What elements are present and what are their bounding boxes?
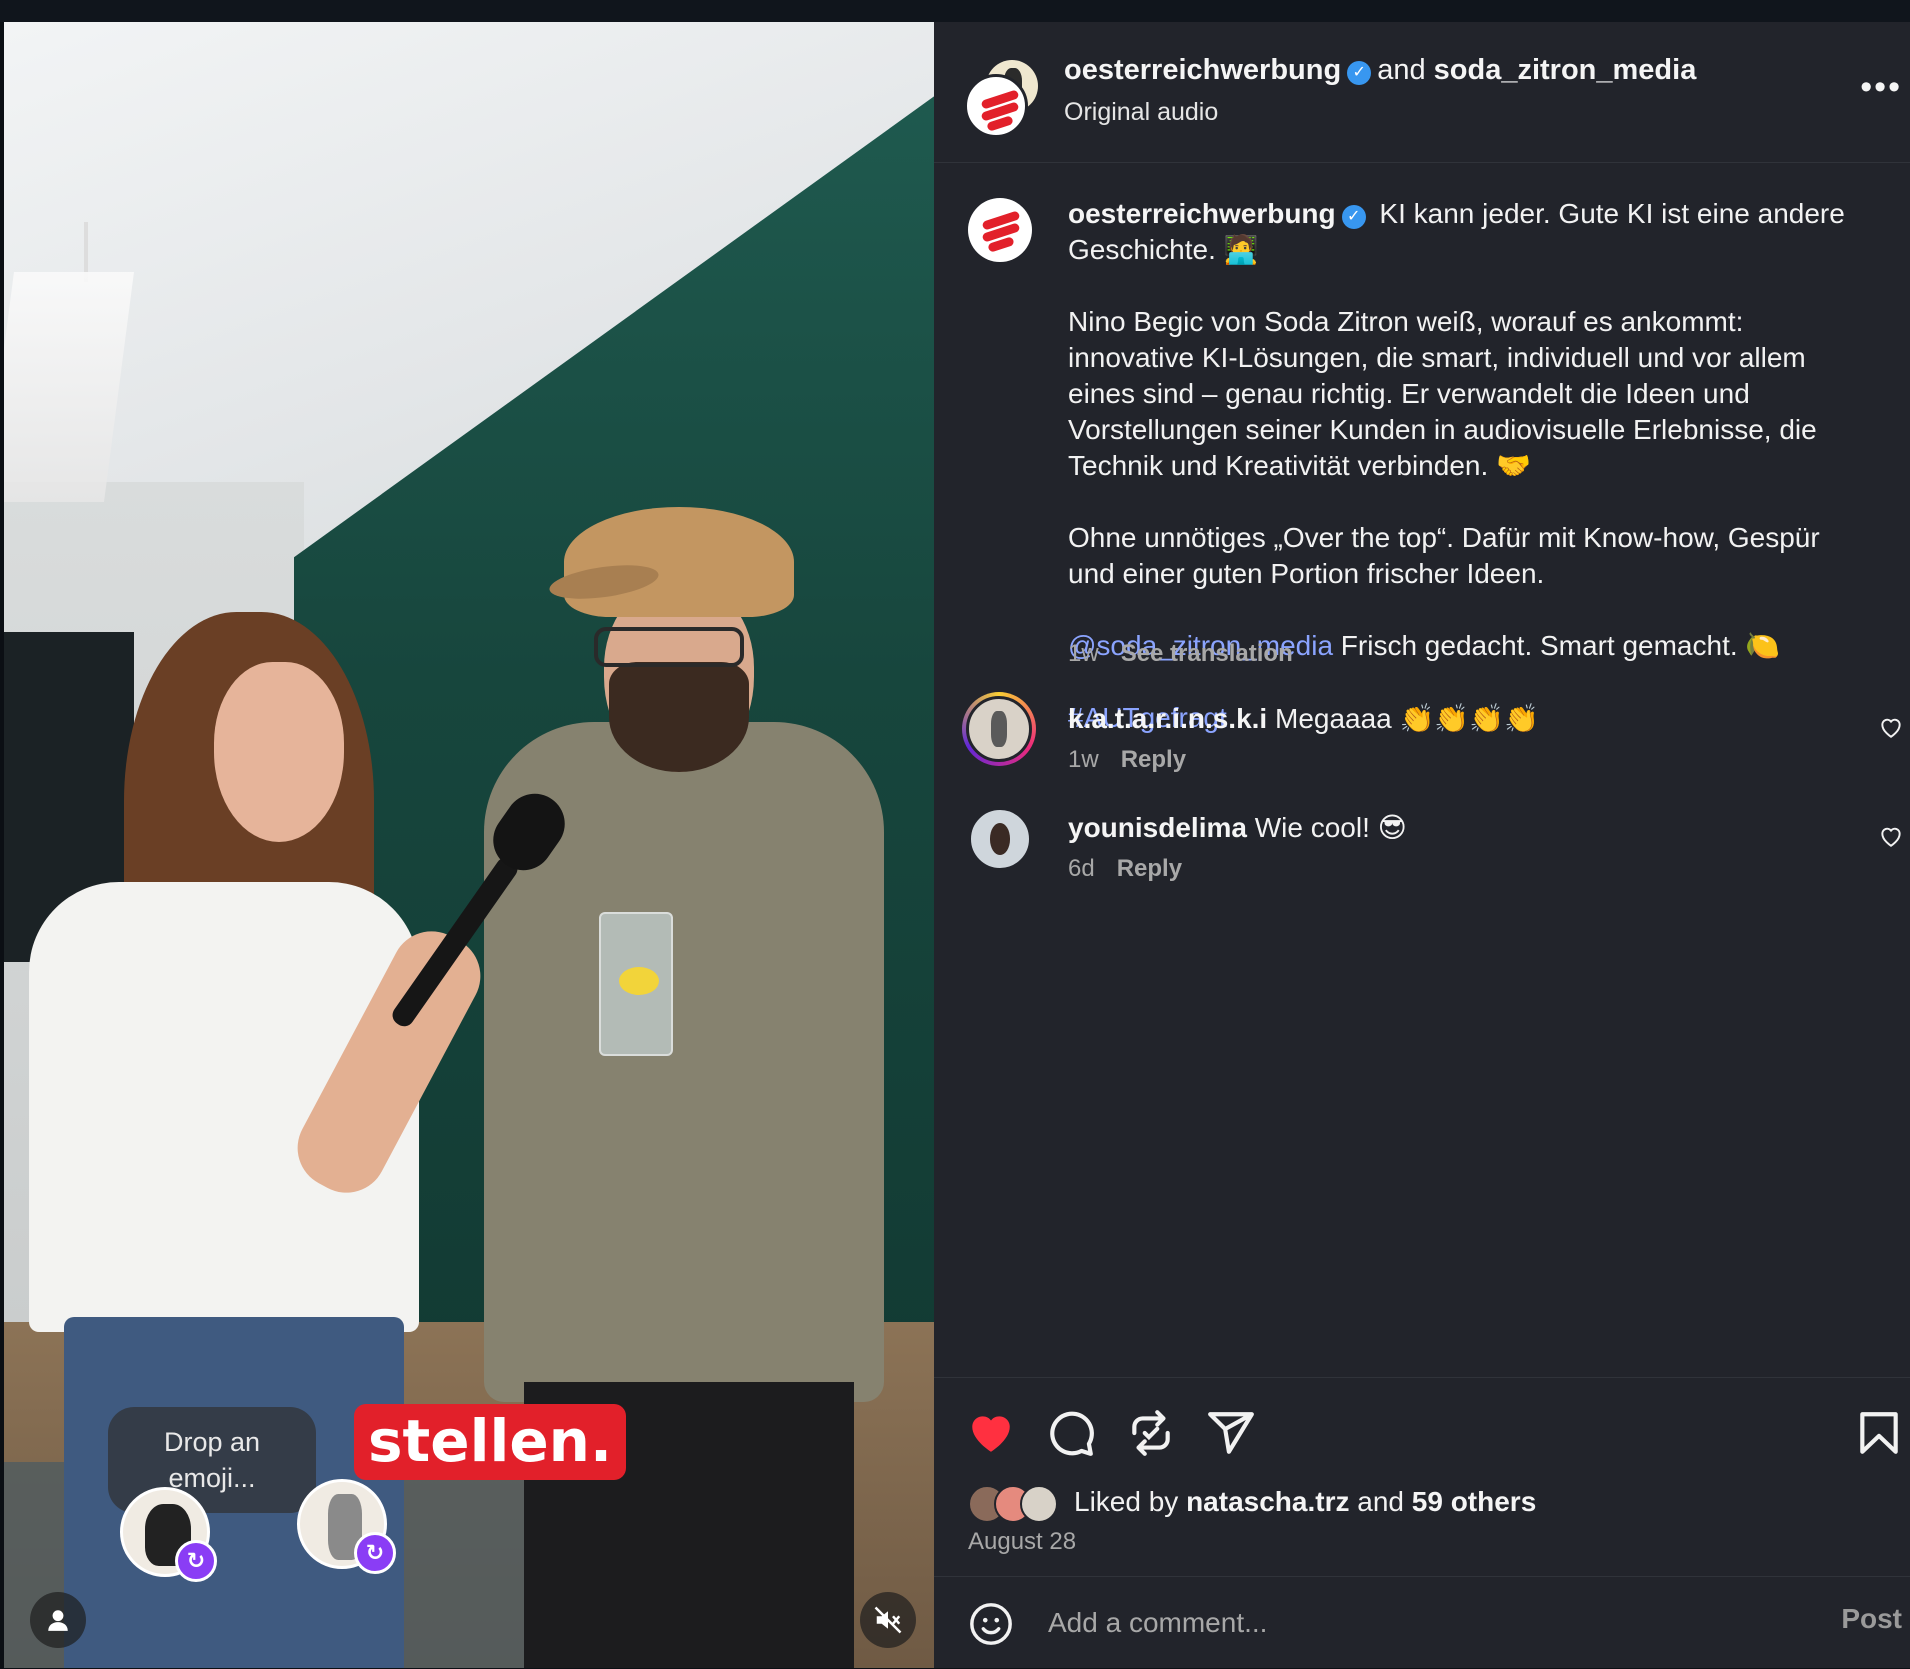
- caption-username[interactable]: oesterreichwerbung: [1068, 198, 1336, 229]
- post-header: oesterreichwerbung ✓ and soda_zitron_media…: [934, 22, 1910, 163]
- tagged-users-button[interactable]: [30, 1592, 86, 1648]
- emoji-icon[interactable]: [968, 1601, 1014, 1647]
- verified-badge-icon: ✓: [1347, 61, 1372, 85]
- caption-meta: 1w See translation: [1068, 640, 1293, 668]
- share-icon[interactable]: [1206, 1408, 1256, 1458]
- post-details-panel: oesterreichwerbung ✓ and soda_zitron_media…: [934, 22, 1910, 1668]
- like-icon[interactable]: [966, 1408, 1016, 1458]
- comment-icon[interactable]: [1046, 1408, 1096, 1458]
- mute-icon: [874, 1606, 902, 1634]
- comment-avatar[interactable]: [962, 692, 1036, 766]
- comment-time: 1w: [1068, 746, 1099, 773]
- author-username[interactable]: oesterreichwerbung: [1064, 54, 1341, 86]
- video-overlay-caption: stellen.: [354, 1404, 627, 1480]
- caption-paragraph: Ohne unnötiges „Over the top“. Dafür mit…: [1068, 522, 1820, 589]
- mention-text: Frisch gedacht. Smart gemacht. 🍋: [1340, 630, 1781, 661]
- mute-button[interactable]: [860, 1592, 916, 1648]
- comment-time: 6d: [1068, 855, 1095, 882]
- reel-video[interactable]: Drop an emoji... stellen. ↻ ↻: [4, 22, 934, 1668]
- bookmark-icon[interactable]: [1854, 1408, 1904, 1458]
- post-comment-button[interactable]: Post: [1841, 1603, 1902, 1635]
- comment-avatar[interactable]: [968, 807, 1032, 871]
- browser-top-strip: [0, 0, 1910, 22]
- verified-badge-icon: ✓: [1341, 205, 1366, 229]
- comments-scroll-area[interactable]: oesterreichwerbung ✓ KI kann jeder. Gute …: [934, 162, 1910, 1377]
- caption-author-avatar[interactable]: [968, 198, 1032, 262]
- comment-item: k.a.t.a.r.i.n.s.k.i Megaaaa 👏👏👏👏 1w Reply: [934, 692, 1910, 812]
- more-options-icon[interactable]: •••: [1860, 68, 1902, 107]
- liked-by-text[interactable]: Liked by natascha.trz and 59 others: [1074, 1486, 1536, 1518]
- connector-text: and: [1377, 54, 1426, 86]
- post-actions: Liked by natascha.trz and 59 others Augu…: [934, 1377, 1910, 1668]
- comment-input[interactable]: [1046, 1599, 1700, 1647]
- user-icon: [48, 1610, 68, 1631]
- reply-button[interactable]: Reply: [1117, 855, 1182, 882]
- reply-button[interactable]: Reply: [1121, 746, 1186, 773]
- comment-text: Wie cool! 😎: [1254, 812, 1407, 843]
- author-line: oesterreichwerbung ✓ and soda_zitron_media: [1064, 52, 1696, 88]
- comment-username[interactable]: k.a.t.a.r.i.n.s.k.i: [1068, 703, 1267, 734]
- liked-by-user[interactable]: natascha.trz: [1186, 1486, 1349, 1517]
- comment-text: Megaaaa 👏👏👏👏: [1275, 703, 1539, 734]
- emoji-prompt-text: Drop an emoji...: [163, 1427, 261, 1493]
- repost-icon[interactable]: [1126, 1408, 1176, 1458]
- caption-time: 1w: [1068, 640, 1099, 667]
- add-comment-bar: Post: [934, 1576, 1910, 1669]
- repost-badge-icon: ↻: [354, 1532, 396, 1574]
- comment-item: younisdelima Wie cool! 😎 6d Reply: [934, 807, 1910, 927]
- audio-label[interactable]: Original audio: [1064, 98, 1218, 127]
- liked-by-others[interactable]: 59 others: [1412, 1486, 1537, 1517]
- post-date[interactable]: August 28: [968, 1528, 1076, 1556]
- caption-paragraph: Nino Begic von Soda Zitron weiß, worauf …: [1068, 306, 1817, 481]
- comment-like-icon[interactable]: [1878, 823, 1904, 849]
- comment-username[interactable]: younisdelima: [1068, 812, 1247, 843]
- comment-like-icon[interactable]: [1878, 714, 1904, 740]
- see-translation-button[interactable]: See translation: [1121, 640, 1293, 667]
- repost-badge-icon: ↻: [175, 1540, 217, 1582]
- author-avatar[interactable]: [964, 74, 1028, 138]
- collaborator-username[interactable]: soda_zitron_media: [1434, 54, 1697, 86]
